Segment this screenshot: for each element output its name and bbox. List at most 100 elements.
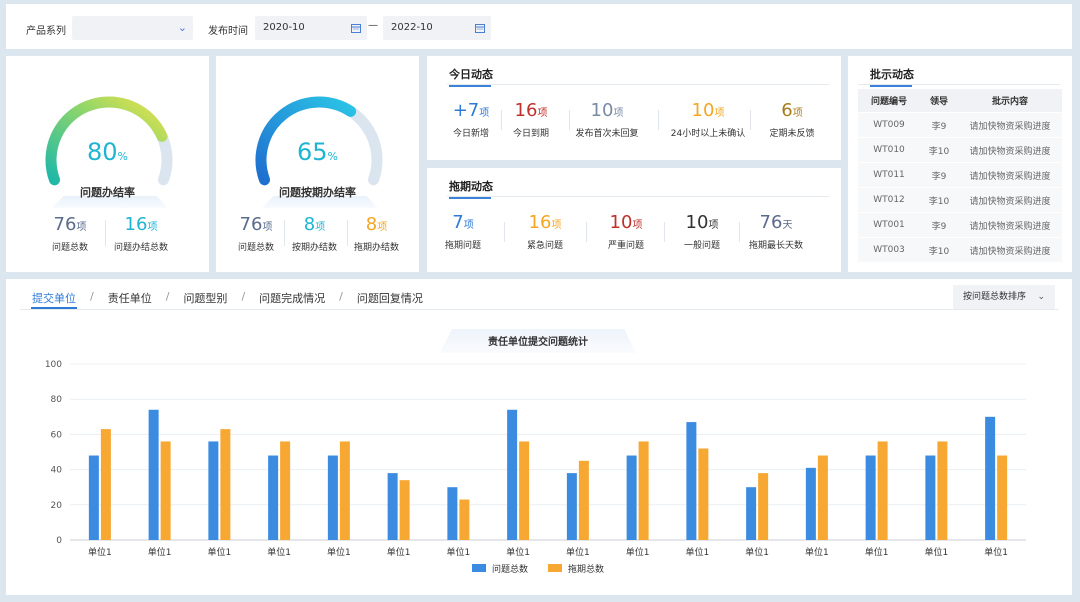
divider xyxy=(501,110,502,130)
x-tick-label: 单位1 xyxy=(865,546,889,558)
today-panel: 今日动态 +7项 今日新增 16项 今日到期 10项 发布首次未回复 10项 24小时以上未确… xyxy=(427,56,841,160)
tab-item[interactable]: 问题型别 xyxy=(183,290,227,306)
bar-total xyxy=(507,409,518,540)
bar-delayed xyxy=(937,441,948,540)
stat-label: 严重问题 xyxy=(607,241,645,251)
stat-label: 今日到期 xyxy=(512,129,550,139)
bar-total xyxy=(208,441,219,540)
sort-select[interactable]: 按问题总数排序 ⌄ xyxy=(953,285,1055,309)
bar-delayed xyxy=(578,460,589,540)
divider xyxy=(750,110,751,130)
table-cell: 请加快物资采购进度 xyxy=(969,196,1051,207)
instructions-title: 批示动态 xyxy=(870,66,914,87)
bar-delayed xyxy=(100,429,111,540)
tab-item[interactable]: 问题完成情况 xyxy=(259,290,325,306)
bar-total xyxy=(327,455,338,540)
stat-total: 76项 问题总数 xyxy=(238,214,275,253)
x-tick-label: 单位1 xyxy=(88,546,112,558)
stat-value: 10项 xyxy=(685,212,719,233)
x-tick-label: 单位1 xyxy=(925,546,949,558)
x-tick-label: 单位1 xyxy=(566,546,590,558)
stat-delayed: 8项 拖期办结数 xyxy=(354,214,400,253)
stat-item: 10项 一般问题 xyxy=(684,212,720,251)
bar-delayed xyxy=(280,441,291,540)
stat-label: 24小时以上未确认 xyxy=(670,129,746,139)
bar-total xyxy=(268,455,279,540)
divider xyxy=(284,220,285,246)
divider xyxy=(585,222,587,242)
col-header: 问题编号 xyxy=(870,97,907,107)
divider xyxy=(447,196,829,197)
tab-item[interactable]: 责任单位 xyxy=(108,290,152,306)
divider xyxy=(447,84,829,85)
stat-item: 10项 24小时以上未确认 xyxy=(671,100,745,139)
tab-separator: / xyxy=(90,290,94,303)
stat-total: 76项 问题总数 xyxy=(52,214,89,253)
table-cell: 李9 xyxy=(931,221,947,232)
start-date-value: 2020-10 xyxy=(263,22,305,33)
delay-title: 拖期动态 xyxy=(449,178,493,199)
stat-value: 16项 xyxy=(514,100,548,121)
y-tick-label: 40 xyxy=(51,466,63,476)
chevron-down-icon: ⌄ xyxy=(177,21,187,34)
start-date-input[interactable]: 2020-10 xyxy=(255,16,367,40)
table-cell: 李9 xyxy=(931,121,947,132)
tab-separator: / xyxy=(241,290,246,303)
gauge-panel-completion: 80% 问题办结率 76项 问题总数 16项 问题办结总数 xyxy=(6,56,209,272)
table-cell: 请加快物资采购进度 xyxy=(969,171,1051,182)
y-tick-label: 0 xyxy=(56,536,62,546)
table-cell: 请加快物资采购进度 xyxy=(969,246,1051,257)
series-select[interactable]: ⌄ xyxy=(72,16,193,40)
bar-total xyxy=(686,422,697,540)
stat-item: +7项 今日新增 xyxy=(453,100,490,139)
table-row[interactable]: WT009 李9 请加快物资采购进度 xyxy=(858,113,1062,138)
end-date-value: 2022-10 xyxy=(391,22,433,33)
stat-item: 10项 严重问题 xyxy=(608,212,644,251)
bar-total xyxy=(746,487,757,540)
table-row[interactable]: WT012 李10 请加快物资采购进度 xyxy=(858,188,1062,213)
x-tick-label: 单位1 xyxy=(984,546,1008,558)
x-tick-label: 单位1 xyxy=(387,546,411,558)
bar-total xyxy=(626,455,637,540)
stat-value: 10项 xyxy=(590,100,624,121)
bar-delayed xyxy=(698,448,709,540)
date-dash: — xyxy=(368,20,378,31)
tab-item[interactable]: 问题回复情况 xyxy=(357,290,423,306)
stat-label: 拖期问题 xyxy=(444,241,482,251)
stat-value: +7项 xyxy=(452,100,490,121)
bar-total xyxy=(865,455,876,540)
x-tick-label: 单位1 xyxy=(626,546,650,558)
x-tick-label: 单位1 xyxy=(447,546,471,558)
tab-item[interactable]: 提交单位 xyxy=(32,290,76,306)
bar-delayed xyxy=(160,441,171,540)
table-cell: WT010 xyxy=(873,145,905,155)
x-tick-label: 单位1 xyxy=(327,546,351,558)
end-date-input[interactable]: 2022-10 xyxy=(383,16,491,40)
stat-label: 发布首次未回复 xyxy=(575,129,639,139)
divider xyxy=(569,110,570,130)
table-row[interactable]: WT001 李9 请加快物资采购进度 xyxy=(858,213,1062,238)
table-header: 问题编号 领导 批示内容 xyxy=(858,89,1062,113)
table-cell: WT009 xyxy=(873,120,905,130)
stat-item: 6项 定期未反馈 xyxy=(769,100,814,139)
bar-total xyxy=(88,455,99,540)
bar-total xyxy=(805,467,816,540)
legend-label: 问题总数 xyxy=(492,563,528,575)
bar-delayed xyxy=(758,473,769,540)
table-row[interactable]: WT011 李9 请加快物资采购进度 xyxy=(858,163,1062,188)
table-cell: 李9 xyxy=(931,171,947,182)
y-tick-label: 80 xyxy=(51,395,63,405)
bar-delayed xyxy=(519,441,530,540)
table-body: WT009 李9 请加快物资采购进度 WT010 李10 请加快物资采购进度 WT011 李9… xyxy=(858,113,1062,263)
divider xyxy=(20,309,1058,310)
table-row[interactable]: WT003 李10 请加快物资采购进度 xyxy=(858,238,1062,263)
table-row[interactable]: WT010 李10 请加快物资采购进度 xyxy=(858,138,1062,163)
y-tick-label: 60 xyxy=(51,430,63,440)
legend-swatch xyxy=(548,564,562,572)
bar-delayed xyxy=(817,455,828,540)
tab-bar: 提交单位 / 责任单位 / 问题型别 / 问题完成情况 / 问题回复情况 xyxy=(32,290,437,306)
x-tick-label: 单位1 xyxy=(208,546,232,558)
bar-delayed xyxy=(997,455,1008,540)
table-cell: WT012 xyxy=(873,195,905,205)
legend-swatch xyxy=(472,564,486,572)
